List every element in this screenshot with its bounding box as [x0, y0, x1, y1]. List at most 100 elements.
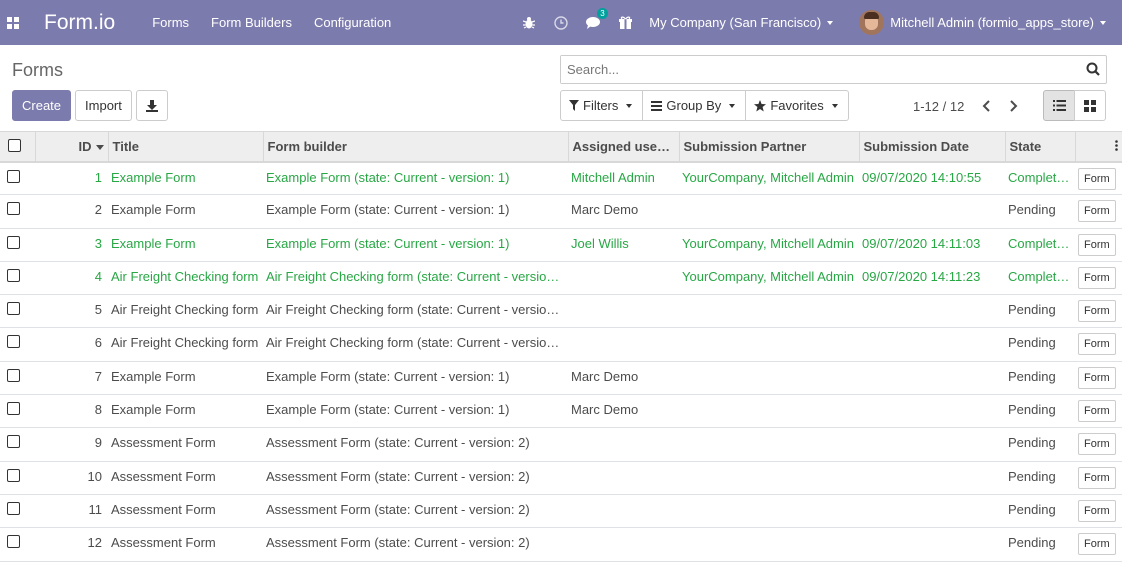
- search-input[interactable]: [561, 56, 1061, 83]
- column-header-assigned-user[interactable]: Assigned user…: [567, 131, 679, 163]
- table-row[interactable]: 7 Example Form Example Form (state: Curren…: [0, 361, 1122, 396]
- cell-form-builder: Example Form (state: Current - version: …: [263, 394, 568, 429]
- table-row[interactable]: 5 Air Freight Checking form Air Freight Ch…: [0, 294, 1122, 329]
- create-button[interactable]: Create: [12, 90, 72, 121]
- star-icon: [754, 99, 767, 111]
- filters-button[interactable]: Filters: [560, 90, 644, 121]
- menu-item-form-builders[interactable]: Form Builders: [200, 0, 303, 45]
- menu-item-forms[interactable]: Forms: [141, 0, 200, 45]
- table-row[interactable]: 9 Assessment Form Assessment Form (state: …: [0, 427, 1122, 462]
- apps-menu-icon[interactable]: [0, 0, 26, 45]
- row-checkbox[interactable]: [7, 235, 20, 249]
- row-checkbox[interactable]: [7, 302, 20, 316]
- search-icon[interactable]: [1086, 62, 1100, 79]
- pager-next-icon[interactable]: [1000, 98, 1028, 114]
- optional-columns-toggle[interactable]: [1074, 131, 1122, 163]
- open-form-button[interactable]: Form: [1078, 433, 1116, 456]
- cell-submission-date: [859, 427, 1005, 462]
- download-button[interactable]: [135, 90, 168, 121]
- cell-form-builder: Example Form (state: Current - version: …: [263, 194, 568, 229]
- debug-bug-icon[interactable]: [513, 0, 545, 45]
- open-form-button[interactable]: Form: [1078, 499, 1116, 522]
- messages-chat-icon[interactable]: 3: [577, 0, 609, 45]
- column-header-submission-date[interactable]: Submission Date: [858, 131, 1005, 163]
- row-checkbox-cell: [0, 261, 35, 296]
- select-all-checkbox-cell[interactable]: [0, 131, 35, 163]
- app-brand[interactable]: Form.io: [44, 11, 115, 35]
- cell-action: Form: [1075, 427, 1122, 462]
- table-row[interactable]: 3 Example Form Example Form (state: Curren…: [0, 228, 1122, 262]
- table-row[interactable]: 6 Air Freight Checking form Air Freight Ch…: [0, 327, 1122, 362]
- cell-action: Form: [1075, 194, 1122, 229]
- table-row[interactable]: 8 Example Form Example Form (state: Curren…: [0, 394, 1122, 429]
- cell-assigned-user: [568, 494, 679, 529]
- open-form-button[interactable]: Form: [1078, 233, 1116, 256]
- row-checkbox[interactable]: [7, 202, 20, 216]
- cell-state: Complet…: [1005, 261, 1075, 296]
- column-header-state[interactable]: State: [1004, 131, 1075, 163]
- cell-action: Form: [1075, 161, 1122, 196]
- row-checkbox[interactable]: [7, 368, 20, 382]
- column-header-id[interactable]: ID: [34, 131, 108, 163]
- groupby-button[interactable]: Group By: [642, 90, 747, 121]
- user-menu[interactable]: Mitchell Admin (formio_apps_store): [859, 10, 1106, 35]
- table-row[interactable]: 4 Air Freight Checking form Air Freight Ch…: [0, 261, 1122, 296]
- import-button[interactable]: Import: [75, 90, 132, 121]
- menu-item-configuration[interactable]: Configuration: [303, 0, 402, 45]
- cell-submission-partner: [679, 327, 859, 362]
- cell-form-builder: Assessment Form (state: Current - versio…: [263, 427, 568, 462]
- row-checkbox[interactable]: [7, 435, 20, 449]
- cell-id: 11: [35, 494, 108, 529]
- column-header-title[interactable]: Title: [107, 131, 263, 163]
- list-view-button[interactable]: [1043, 90, 1075, 121]
- pager-previous-icon[interactable]: [972, 98, 1000, 114]
- open-form-button[interactable]: Form: [1078, 400, 1116, 423]
- cell-state: Pending: [1005, 527, 1075, 562]
- kanban-view-button[interactable]: [1074, 90, 1106, 121]
- row-checkbox[interactable]: [7, 468, 20, 482]
- row-checkbox[interactable]: [7, 268, 20, 282]
- column-header-submission-partner[interactable]: Submission Partner: [678, 131, 859, 163]
- chevron-down-icon: [831, 103, 838, 108]
- table-row[interactable]: 11 Assessment Form Assessment Form (state:…: [0, 494, 1122, 529]
- row-checkbox[interactable]: [7, 169, 20, 183]
- table-row[interactable]: 10 Assessment Form Assessment Form (state:…: [0, 461, 1122, 495]
- row-checkbox[interactable]: [7, 535, 20, 549]
- cell-assigned-user: [568, 327, 679, 362]
- cell-action: Form: [1075, 394, 1122, 429]
- cell-title: Air Freight Checking form: [108, 327, 263, 362]
- cell-form-builder: Assessment Form (state: Current - versio…: [263, 494, 568, 529]
- open-form-button[interactable]: Form: [1078, 366, 1116, 389]
- chevron-down-icon: [729, 103, 736, 108]
- table-row[interactable]: 1 Example Form Example Form (state: Curren…: [0, 161, 1122, 196]
- table-row[interactable]: 12 Assessment Form Assessment Form (state:…: [0, 527, 1122, 562]
- open-form-button[interactable]: Form: [1078, 333, 1116, 356]
- company-switcher[interactable]: My Company (San Francisco): [641, 15, 843, 30]
- open-form-button[interactable]: Form: [1078, 300, 1116, 323]
- cell-submission-partner: [679, 361, 859, 396]
- row-checkbox[interactable]: [7, 501, 20, 515]
- table-row[interactable]: 2 Example Form Example Form (state: Curren…: [0, 194, 1122, 229]
- cell-assigned-user: Marc Demo: [568, 361, 679, 396]
- column-header-form-builder[interactable]: Form builder: [262, 131, 568, 163]
- filters-label: Filters: [583, 98, 619, 113]
- open-form-button[interactable]: Form: [1078, 533, 1116, 556]
- open-form-button[interactable]: Form: [1078, 466, 1116, 489]
- open-form-button[interactable]: Form: [1078, 200, 1116, 223]
- cell-id: 7: [35, 361, 108, 396]
- pager-value[interactable]: 1-12 / 12: [913, 99, 964, 114]
- cell-form-builder: Example Form (state: Current - version: …: [263, 161, 568, 196]
- favorites-button[interactable]: Favorites: [745, 90, 849, 121]
- user-name: Mitchell Admin (formio_apps_store): [890, 15, 1094, 30]
- gift-icon[interactable]: [609, 0, 641, 45]
- cell-id: 8: [35, 394, 108, 429]
- select-all-checkbox[interactable]: [8, 139, 21, 153]
- control-panel: Forms Create Import Filters Group By Fav…: [0, 45, 1122, 132]
- activity-clock-icon[interactable]: [545, 0, 577, 45]
- row-checkbox[interactable]: [7, 335, 20, 349]
- row-checkbox[interactable]: [7, 402, 20, 416]
- open-form-button[interactable]: Form: [1078, 266, 1116, 289]
- cell-title: Example Form: [108, 394, 263, 429]
- cell-submission-partner: [679, 494, 859, 529]
- open-form-button[interactable]: Form: [1078, 167, 1116, 190]
